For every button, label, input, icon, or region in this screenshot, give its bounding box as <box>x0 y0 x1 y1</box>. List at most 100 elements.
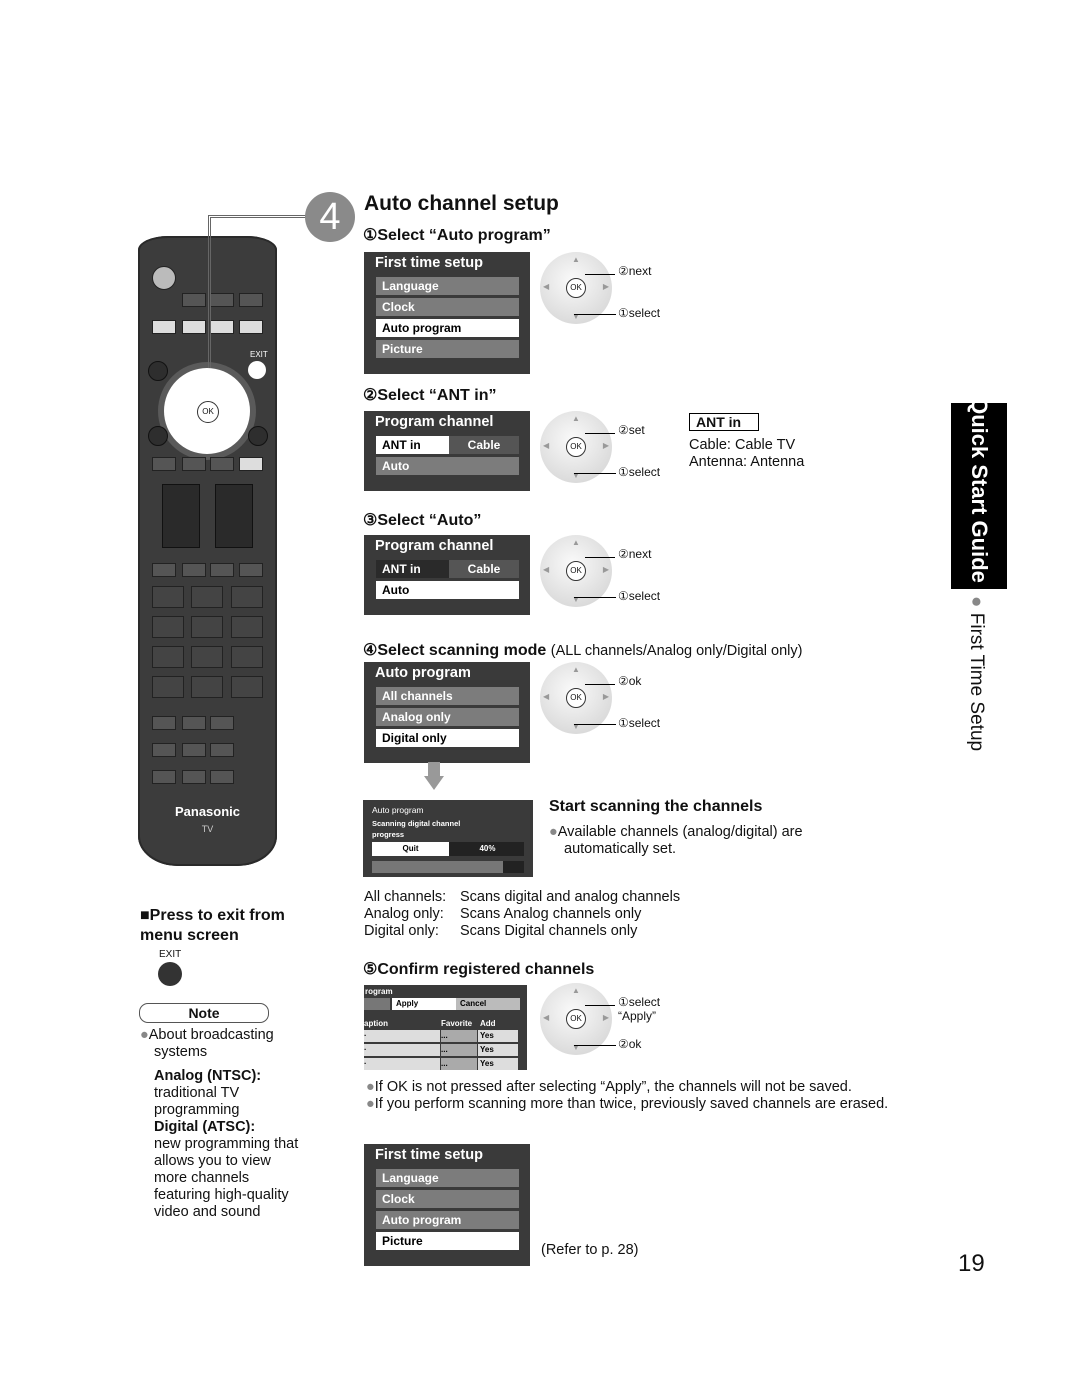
menu-item: Digital only <box>376 729 519 747</box>
substep-2: ②Select “ANT in” <box>363 387 497 404</box>
remote-key <box>210 716 234 730</box>
menu-item: Auto program <box>376 319 519 337</box>
ant-antenna: Antenna: Antenna <box>689 454 805 470</box>
menu-item-value: Cable <box>449 560 519 578</box>
press-exit-text: ■Press to exit from menu screen <box>140 907 285 944</box>
scan-bullet: ●Available channels (analog/digital) are… <box>549 824 803 857</box>
ok-icon: OK <box>566 561 586 581</box>
remote-key <box>152 676 184 698</box>
dial-label-bottom: ①select <box>618 716 661 730</box>
remote-key <box>152 646 184 668</box>
step-number: 4 <box>305 192 355 242</box>
menu-item-value: Cable <box>449 436 519 454</box>
menu-item: Language <box>376 1169 519 1187</box>
ok-icon: OK <box>566 688 586 708</box>
notes: ●If OK is not pressed after selecting “A… <box>366 1079 889 1112</box>
remote-key <box>239 563 263 577</box>
menu-title: Auto program <box>375 665 471 681</box>
dial-label-bottom: ①select <box>618 465 661 479</box>
dial-label-bottom: ②ok <box>618 1037 642 1051</box>
section-label: ● First Time Setup <box>966 596 987 752</box>
remote-key <box>191 676 223 698</box>
dial-label-top: ②ok <box>618 674 642 688</box>
quit-button: Quit <box>372 842 449 856</box>
substep-5: ⑤Confirm registered channels <box>363 961 595 978</box>
dpad: OK <box>164 368 250 454</box>
ok-icon: OK <box>566 1009 586 1029</box>
remote-key <box>152 616 184 638</box>
channel-row: · <box>364 1044 440 1056</box>
progress-bar-fill <box>372 861 503 873</box>
menu-item: Auto <box>376 457 519 475</box>
remote-key <box>182 770 206 784</box>
remote-key <box>152 770 176 784</box>
channel-row: · <box>364 1058 440 1070</box>
menu-title: Program channel <box>375 538 494 554</box>
remote-key <box>182 743 206 757</box>
remote-key <box>231 616 263 638</box>
remote-key <box>152 586 184 608</box>
quick-start-tab: Quick Start Guide <box>951 397 1007 589</box>
remote-key <box>191 586 223 608</box>
scan-heading: Start scanning the channels <box>549 798 763 815</box>
remote-key <box>152 716 176 730</box>
menu-item: Clock <box>376 1190 519 1208</box>
menu-item: ANT in Cable <box>376 436 519 454</box>
menu-title: First time setup <box>375 1147 483 1163</box>
progress-subtitle: Scanning digital channel progress <box>372 819 461 839</box>
menu-item: Language <box>376 277 519 295</box>
dial-label-bottom: ①select <box>618 306 661 320</box>
model-label: TV <box>201 824 214 834</box>
menu-item: Auto <box>376 581 519 599</box>
cancel-button: Cancel <box>456 998 520 1010</box>
dial-label-bottom: ①select <box>618 589 661 603</box>
ok-icon: OK <box>566 278 586 298</box>
dial-label-top: ②next <box>618 547 652 561</box>
remote-key <box>182 563 206 577</box>
remote-key <box>152 743 176 757</box>
menu-screen: Auto program All channels Analog only Digit… <box>364 662 530 763</box>
remote-key <box>231 586 263 608</box>
note-about: ●About broadcasting systems <box>140 1027 274 1060</box>
dial-label-top: ②next <box>618 264 652 278</box>
modes-list: All channels: Scans digital and analog ch… <box>364 889 681 939</box>
substep-4-note: (ALL channels/Analog only/Digital only) <box>550 643 803 659</box>
remote-key <box>231 646 263 668</box>
refer-text: (Refer to p. 28) <box>541 1242 639 1258</box>
substep-1: ①Select “Auto program” <box>363 227 551 244</box>
step-title: Auto channel setup <box>364 192 559 215</box>
progress-title: Auto program <box>372 805 424 815</box>
manual-page: EXIT OK Panasonic TV 4 Auto channel setu… <box>0 0 1080 1382</box>
menu-item: Analog only <box>376 708 519 726</box>
remote-key <box>152 563 176 577</box>
exit-label: EXIT <box>159 949 182 960</box>
progress-percent: 40% <box>479 844 496 853</box>
remote-key <box>210 563 234 577</box>
ant-cable: Cable: Cable TV <box>689 437 796 453</box>
note-body: Analog (NTSC): traditional TV programming… <box>154 1068 299 1220</box>
menu-item: All channels <box>376 687 519 705</box>
confirm-screen: rogram Apply Cancel aption Favorite Add … <box>364 985 527 1070</box>
dial-label-top: ②set <box>618 423 645 437</box>
brand-logo: Panasonic <box>174 804 241 819</box>
progress-screen: Auto program Scanning digital channel pr… <box>363 800 533 877</box>
apply-button: Apply <box>392 998 458 1010</box>
dial-label-top: ①select “Apply” <box>618 995 661 1023</box>
menu-item: Clock <box>376 298 519 316</box>
menu-title: First time setup <box>375 255 483 271</box>
page-number: 19 <box>958 1250 985 1277</box>
remote-key <box>231 676 263 698</box>
remote-key <box>210 770 234 784</box>
remote-key <box>182 716 206 730</box>
menu-item: Auto program <box>376 1211 519 1229</box>
menu-item: Picture <box>376 340 519 358</box>
remote-key <box>191 616 223 638</box>
menu-screen: First time setup Language Clock Auto progra… <box>364 252 530 374</box>
menu-screen: Program channel ANT in Cable Auto <box>364 535 530 615</box>
substep-3: ③Select “Auto” <box>363 512 482 529</box>
substep-4: ④Select scanning mode <box>363 642 547 659</box>
channel-row: · <box>364 1030 440 1042</box>
exit-button-icon <box>158 962 182 986</box>
menu-title: Program channel <box>375 414 494 430</box>
note-title: Note <box>139 1003 269 1023</box>
